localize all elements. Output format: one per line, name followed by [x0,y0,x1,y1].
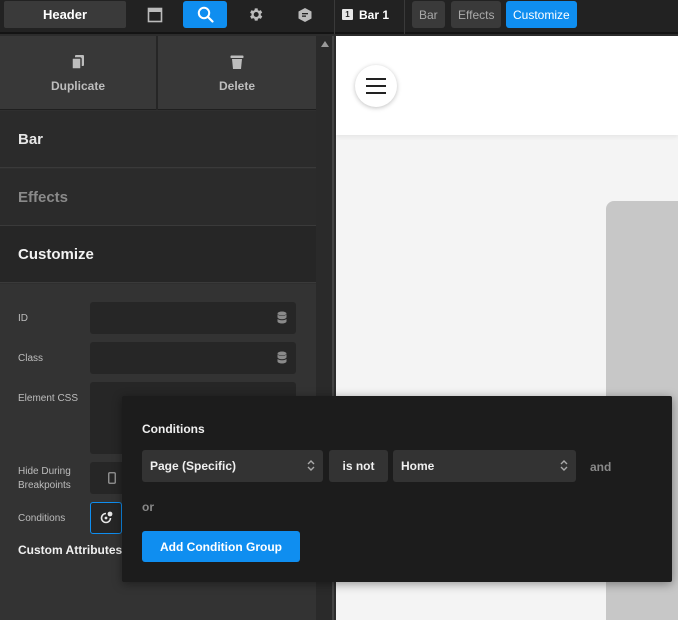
conditions-button[interactable] [90,502,122,534]
condition-value-select[interactable]: Home [393,450,576,482]
section-customize[interactable]: Customize [0,226,316,283]
delete-button[interactable]: Delete [158,36,316,110]
breadcrumb-current-label: Bar 1 [359,7,390,22]
gear-icon[interactable] [233,1,277,28]
database-icon[interactable] [277,351,287,364]
element-css-label: Element CSS [18,393,79,404]
element-number-badge: 1 [342,9,353,20]
condition-value: Home [401,459,435,473]
page-icon[interactable] [283,1,327,28]
condition-operator-select[interactable]: is not [329,450,388,482]
id-input[interactable] [90,302,296,334]
header-button[interactable]: Header [4,1,126,28]
toolbar-divider [404,0,405,34]
trash-icon [230,55,244,69]
delete-label: Delete [218,78,256,93]
breadcrumb-item-bar[interactable]: Bar [412,1,445,28]
database-icon[interactable] [277,311,287,324]
hide-breakpoints-label: Hide During Breakpoints [18,466,71,491]
class-input[interactable] [90,342,296,374]
layout-icon[interactable] [133,1,177,28]
duplicate-button[interactable]: Duplicate [0,36,156,110]
breadcrumb-item-effects[interactable]: Effects [451,1,502,28]
duplicate-icon [71,54,84,70]
custom-attributes-label: Custom Attributes [18,543,123,557]
conditions-label: Conditions [18,513,66,524]
duplicate-label: Duplicate [50,78,105,93]
conditions-popup: Conditions Page (Specific) is not Home a… [122,396,672,582]
scroll-up-arrow-icon[interactable] [321,41,329,47]
toolbar-divider [334,0,335,34]
condition-field-select[interactable]: Page (Specific) [142,450,323,482]
add-condition-group-button[interactable]: Add Condition Group [142,531,300,562]
breadcrumb-item-customize[interactable]: Customize [506,1,577,28]
updown-chevron-icon [560,460,568,471]
class-label: Class [18,353,44,364]
or-button[interactable]: or [142,500,154,514]
updown-chevron-icon [307,460,315,471]
hamburger-menu-icon[interactable] [355,65,397,107]
action-row: Duplicate Delete [0,36,316,110]
section-bar[interactable]: Bar [0,111,316,168]
mobile-icon [108,472,116,484]
id-label: ID [18,313,28,324]
conditions-icon [100,511,113,524]
and-button[interactable]: and [590,460,611,474]
preview-header[interactable] [336,36,678,135]
section-effects[interactable]: Effects [0,169,316,226]
breadcrumb-current[interactable]: 1 Bar 1 [342,1,389,28]
search-icon[interactable] [183,1,227,28]
top-toolbar: Header 1 Bar 1 Bar Effects Customize [0,0,678,34]
conditions-title: Conditions [142,422,205,436]
condition-field-value: Page (Specific) [150,459,237,473]
